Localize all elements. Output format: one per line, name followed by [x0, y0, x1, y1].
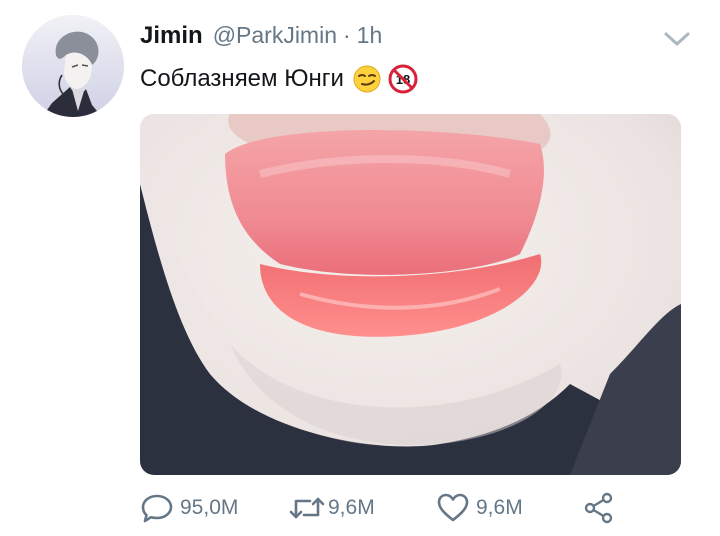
- tweet-menu-button[interactable]: [662, 28, 692, 50]
- no-one-under-eighteen-icon: 18: [388, 64, 418, 94]
- share-button[interactable]: [582, 488, 616, 528]
- reply-count: 95,0M: [180, 496, 239, 519]
- tweet-body: Соблазняем Юнги: [140, 65, 344, 92]
- author-name[interactable]: Jimin: [140, 22, 203, 50]
- tweet-actions: 95,0M 9,6M 9,6M: [140, 488, 700, 528]
- like-count: 9,6M: [476, 496, 523, 519]
- tweet-time[interactable]: 1h: [357, 22, 383, 49]
- chevron-down-icon: [664, 32, 690, 46]
- avatar[interactable]: [22, 15, 124, 117]
- author-handle[interactable]: @ParkJimin: [213, 22, 337, 49]
- tweet-header: Jimin @ParkJimin · 1h: [140, 22, 382, 52]
- retweet-icon: [289, 497, 325, 519]
- separator-dot: ·: [343, 22, 351, 48]
- media-photo: [140, 114, 681, 475]
- share-icon: [584, 492, 613, 524]
- reply-icon: [141, 494, 173, 523]
- smirking-face-icon: [353, 65, 381, 93]
- reply-button[interactable]: 95,0M: [140, 488, 238, 528]
- heart-icon: [437, 493, 469, 522]
- tweet-media-image[interactable]: [140, 114, 681, 475]
- like-button[interactable]: 9,6M: [436, 488, 523, 528]
- tweet-text: Соблазняем Юнги 18: [140, 64, 418, 94]
- retweet-button[interactable]: 9,6M: [288, 488, 375, 528]
- retweet-count: 9,6M: [328, 496, 375, 519]
- avatar-image: [22, 15, 124, 117]
